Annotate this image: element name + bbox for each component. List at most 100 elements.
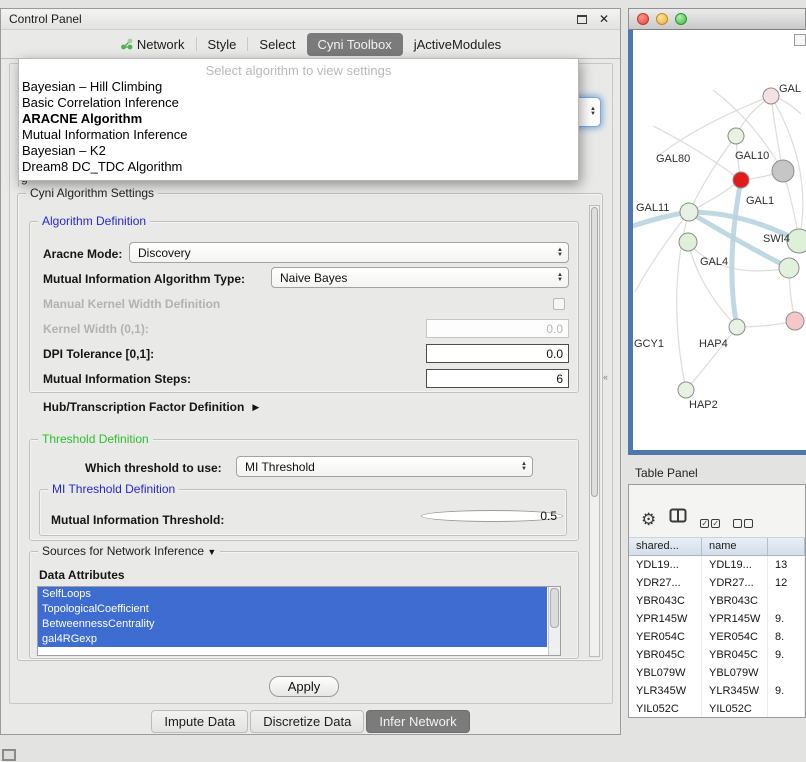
table-cell[interactable]: YDR27...	[629, 574, 702, 592]
scrollbar-thumb[interactable]	[591, 207, 598, 497]
algorithm-option[interactable]: Dream8 DC_TDC Algorithm	[19, 159, 578, 175]
tab-impute-data[interactable]: Impute Data	[151, 710, 248, 733]
network-edge-highlighted[interactable]	[732, 180, 741, 327]
table-cell[interactable]: YBL079W	[702, 664, 768, 682]
table-cell[interactable]: YER054C	[702, 628, 768, 646]
table-row[interactable]: YLR345WYLR345W9.	[629, 682, 805, 700]
sources-group-title[interactable]: Sources for Network Inference ▼	[38, 544, 220, 558]
close-traffic-light-icon[interactable]	[637, 13, 649, 25]
float-window-icon[interactable]	[577, 15, 587, 24]
close-icon[interactable]: ✕	[599, 13, 609, 25]
network-node[interactable]	[680, 203, 698, 221]
table-row[interactable]: YBR043CYBR043C	[629, 592, 805, 610]
table-cell[interactable]: YLR345W	[702, 682, 768, 700]
algorithm-option[interactable]: Basic Correlation Inference	[19, 95, 578, 111]
tab-network[interactable]: Network	[109, 33, 196, 56]
table-cell[interactable]: YDL19...	[629, 556, 702, 574]
table-cell[interactable]: YBR045C	[629, 646, 702, 664]
network-node[interactable]	[733, 172, 749, 188]
zoom-traffic-light-icon[interactable]	[675, 13, 687, 25]
column-header-extra[interactable]	[768, 538, 805, 555]
network-edge[interactable]	[658, 96, 771, 156]
table-row[interactable]: YBL079WYBL079W	[629, 664, 805, 682]
columns-icon[interactable]	[669, 508, 687, 528]
network-node[interactable]	[679, 233, 697, 251]
table-cell[interactable]: 12	[768, 574, 805, 592]
mi-algorithm-type-combobox[interactable]: Naive Bayes ▲▼	[271, 267, 569, 288]
table-row[interactable]: YDL19...YDL19...13	[629, 556, 805, 574]
tab-select[interactable]: Select	[248, 33, 306, 56]
table-cell[interactable]	[768, 700, 805, 718]
network-node[interactable]	[728, 128, 744, 144]
table-cell[interactable]	[768, 592, 805, 610]
algorithm-option-selected[interactable]: ARACNE Algorithm	[19, 111, 578, 127]
scrollbar-thumb[interactable]	[550, 588, 559, 628]
hub-definition-section[interactable]: Hub/Transcription Factor Definition ▶	[43, 400, 259, 414]
dpi-tolerance-field[interactable]: 0.0	[426, 344, 569, 363]
minimize-traffic-light-icon[interactable]	[656, 13, 668, 25]
attribute-item-selected[interactable]: BetweennessCentrality	[38, 617, 547, 632]
which-threshold-combobox[interactable]: MI Threshold ▲▼	[236, 456, 533, 477]
network-node[interactable]	[678, 382, 694, 398]
network-node[interactable]	[763, 88, 779, 104]
manual-kernel-checkbox[interactable]	[553, 298, 565, 310]
table-cell[interactable]: 9.	[768, 682, 805, 700]
tab-cyni-toolbox[interactable]: Cyni Toolbox	[307, 33, 403, 56]
algorithm-option[interactable]: Bayesian – Hill Climbing	[19, 79, 578, 95]
network-node[interactable]	[786, 312, 804, 330]
attribute-item-selected[interactable]: gal4RGexp	[38, 632, 547, 647]
apply-button[interactable]: Apply	[269, 676, 339, 697]
network-edge[interactable]	[686, 327, 737, 390]
table-cell[interactable]: YBR045C	[702, 646, 768, 664]
network-node[interactable]	[779, 258, 799, 278]
network-node[interactable]	[729, 319, 745, 335]
tab-infer-network[interactable]: Infer Network	[366, 710, 469, 733]
table-row[interactable]: YPR145WYPR145W9.	[629, 610, 805, 628]
table-cell[interactable]: 8.	[768, 628, 805, 646]
splitter-collapse-handle[interactable]: ‹‹	[603, 372, 607, 382]
table-cell[interactable]: YPR145W	[702, 610, 768, 628]
table-cell[interactable]: 9.	[768, 610, 805, 628]
table-cell[interactable]: YDL19...	[702, 556, 768, 574]
column-header-shared-name[interactable]: shared...	[629, 538, 702, 555]
data-attributes-list[interactable]: SelfLoops TopologicalCoefficient Between…	[37, 586, 561, 656]
algorithm-option[interactable]: Mutual Information Inference	[19, 127, 578, 143]
select-all-columns-icon[interactable]: ✓ ✓	[700, 519, 720, 528]
mi-steps-field[interactable]: 6	[426, 369, 569, 388]
network-canvas[interactable]: GALGAL80GAL10GAL1GAL11SWI4GAL4GCY1HAP4HA…	[628, 30, 806, 455]
table-cell[interactable]: 9.	[768, 646, 805, 664]
table-cell[interactable]: YIL052C	[702, 700, 768, 718]
table-cell[interactable]: YBL079W	[629, 664, 702, 682]
kernel-width-field[interactable]: 0.0	[426, 319, 569, 338]
table-row[interactable]: YBR045CYBR045C9.	[629, 646, 805, 664]
aracne-mode-combobox[interactable]: Discovery ▲▼	[129, 242, 569, 263]
network-scroll-corner[interactable]	[794, 34, 806, 46]
deselect-all-columns-icon[interactable]	[733, 519, 753, 528]
mi-threshold-field[interactable]: 0.5	[421, 510, 563, 522]
settings-scrollbar[interactable]	[589, 205, 600, 657]
tab-jactivemodules[interactable]: jActiveModules	[403, 33, 512, 56]
table-cell[interactable]: YBR043C	[629, 592, 702, 610]
table-cell[interactable]: 13	[768, 556, 805, 574]
algorithm-option[interactable]: Bayesian – K2	[19, 143, 578, 159]
table-cell[interactable]: YDR27...	[702, 574, 768, 592]
table-cell[interactable]: YPR145W	[629, 610, 702, 628]
tab-discretize-data[interactable]: Discretize Data	[250, 710, 364, 733]
network-edge[interactable]	[689, 136, 736, 212]
list-scrollbar[interactable]	[548, 587, 560, 655]
dock-mini-window-icon[interactable]	[2, 749, 16, 761]
attribute-item-selected[interactable]: TopologicalCoefficient	[38, 602, 547, 617]
table-row[interactable]: YER054CYER054C8.	[629, 628, 805, 646]
table-row[interactable]: YIL052CYIL052C	[629, 700, 805, 718]
tab-style[interactable]: Style	[197, 33, 248, 56]
table-cell[interactable]: YIL052C	[629, 700, 702, 718]
table-cell[interactable]: YBR043C	[702, 592, 768, 610]
table-cell[interactable]: YER054C	[629, 628, 702, 646]
table-cell[interactable]	[768, 664, 805, 682]
column-header-name[interactable]: name	[702, 538, 768, 555]
network-window-titlebar[interactable]	[628, 8, 806, 30]
attribute-item-selected[interactable]: SelfLoops	[38, 587, 547, 602]
control-panel-titlebar[interactable]: Control Panel ✕	[1, 9, 620, 30]
gear-icon[interactable]: ⚙	[641, 511, 656, 528]
table-cell[interactable]: YLR345W	[629, 682, 702, 700]
